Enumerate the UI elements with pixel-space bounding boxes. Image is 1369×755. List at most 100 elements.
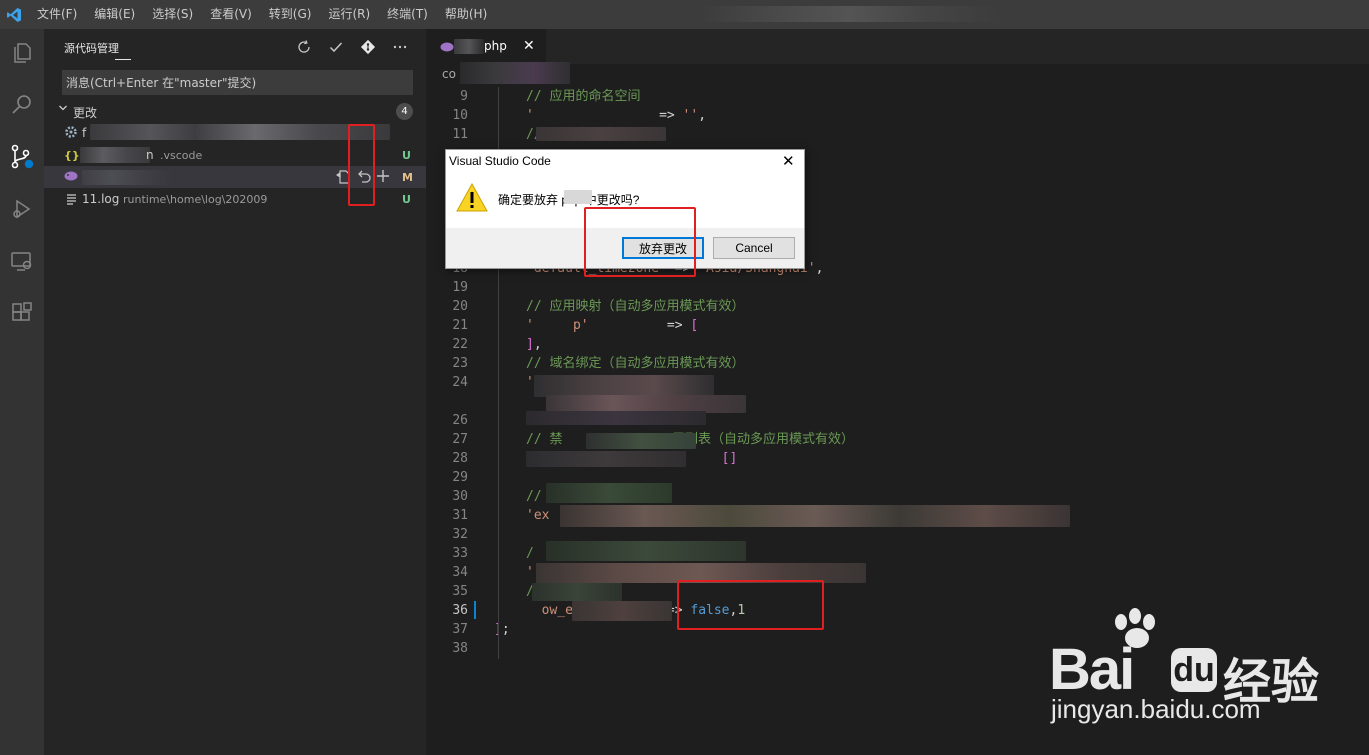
code-line[interactable]: 9 // 应用的命名空间 <box>426 87 1369 106</box>
redacted-text <box>560 505 1070 527</box>
menu-view[interactable]: 查看(V) <box>201 0 260 29</box>
file-path: .vscode <box>160 148 203 162</box>
menu-edit[interactable]: 编辑(E) <box>85 0 143 29</box>
line-number: 23 <box>452 356 468 371</box>
php-icon <box>440 41 454 56</box>
vscode-logo-icon <box>0 0 28 29</box>
line-number: 38 <box>452 641 468 656</box>
redacted-text <box>546 541 746 561</box>
redacted-text <box>572 601 672 621</box>
commit-message-input[interactable] <box>62 70 413 95</box>
redacted-text <box>80 147 150 163</box>
line-number: 19 <box>452 280 468 295</box>
file-name: n <box>146 148 154 162</box>
code-text: ' => '', <box>526 108 707 123</box>
redacted-text <box>82 170 172 185</box>
file-lines-icon <box>66 193 78 208</box>
line-modified-marker <box>474 601 476 619</box>
sidebar-title-underline <box>115 59 131 60</box>
code-text: ' p' => [ <box>526 318 699 333</box>
menu-help[interactable]: 帮助(H) <box>436 0 495 29</box>
changes-section-header[interactable]: 更改 <box>44 101 426 123</box>
more-icon[interactable] <box>389 37 411 57</box>
gear-icon <box>64 125 78 142</box>
remote-explorer-icon[interactable] <box>6 245 38 277</box>
menu-file[interactable]: 文件(F) <box>28 0 85 29</box>
du-logo-icon: du <box>1171 648 1217 692</box>
code-line[interactable]: 22], <box>426 335 1369 354</box>
line-number: 37 <box>452 622 468 637</box>
line-number: 22 <box>452 337 468 352</box>
line-number: 35 <box>452 584 468 599</box>
file-name: 11.log <box>82 192 120 206</box>
menu-run[interactable]: 运行(R) <box>319 0 378 29</box>
check-icon[interactable] <box>325 37 347 57</box>
changes-label: 更改 <box>73 105 98 120</box>
line-number: 26 <box>452 413 468 428</box>
line-number: 32 <box>452 527 468 542</box>
explorer-icon[interactable] <box>6 37 38 69</box>
code-line[interactable]: 27// 禁 用列表（自动多应用模式有效） <box>426 430 1369 449</box>
dialog-titlebar: Visual Studio Code ✕ <box>446 150 804 174</box>
line-number: 34 <box>452 565 468 580</box>
tab-php-file[interactable]: php ✕ <box>426 29 546 64</box>
line-number: 10 <box>452 108 468 123</box>
redacted-text <box>532 583 622 601</box>
json-icon: {} <box>64 148 80 162</box>
git-icon[interactable] <box>357 37 379 57</box>
tab-label: php <box>484 39 507 53</box>
line-number: 33 <box>452 546 468 561</box>
redacted-text <box>90 124 390 140</box>
menu-terminal[interactable]: 终端(T) <box>378 0 436 29</box>
redacted-text <box>546 483 672 503</box>
tab-bar: php ✕ <box>426 29 1369 64</box>
extensions-icon[interactable] <box>6 297 38 329</box>
code-line[interactable]: 20 // 应用映射（自动多应用模式有效） <box>426 297 1369 316</box>
stage-changes-icon[interactable] <box>375 168 391 187</box>
file-path: runtime\home\log\202009 <box>123 192 268 206</box>
line-number: 31 <box>452 508 468 523</box>
code-text: ], <box>526 337 542 352</box>
redacted-text <box>526 411 706 425</box>
refresh-icon[interactable] <box>293 37 315 57</box>
run-debug-icon[interactable] <box>6 193 38 225</box>
watermark-brand: Bai <box>1049 637 1135 702</box>
redacted-text <box>534 375 714 397</box>
code-line[interactable]: 23 // 域名绑定（自动多应用模式有效） <box>426 354 1369 373</box>
chevron-down-icon <box>58 103 68 116</box>
status-modified-badge: M <box>402 170 413 184</box>
baidu-jingyan-watermark: Bai du 经验 jingyan.baidu.com <box>1045 608 1345 728</box>
menu-go[interactable]: 转到(G) <box>260 0 320 29</box>
redacted-text <box>526 451 686 467</box>
annotation-box-changed-line <box>677 580 824 630</box>
source-control-icon[interactable] <box>6 141 38 173</box>
breadcrumb[interactable]: co <box>442 67 456 81</box>
activity-bar <box>0 29 44 755</box>
code-line[interactable]: 21 ' p' => [ <box>426 316 1369 335</box>
line-number: 24 <box>452 375 468 390</box>
search-icon[interactable] <box>6 89 38 121</box>
dialog-title: Visual Studio Code <box>449 154 551 168</box>
watermark-url: jingyan.baidu.com <box>1051 694 1261 724</box>
close-icon[interactable]: ✕ <box>782 152 795 170</box>
warning-icon <box>456 182 488 217</box>
redacted-text <box>454 39 484 54</box>
code-line[interactable]: 19 <box>426 278 1369 297</box>
changes-count-badge: 4 <box>396 103 413 120</box>
close-icon[interactable]: ✕ <box>523 38 535 54</box>
code-text: ' <box>526 375 534 390</box>
code-line[interactable]: 10 ' => '', <box>426 106 1369 125</box>
redacted-text <box>564 190 592 204</box>
window-title-redacted <box>700 6 1000 22</box>
line-number: 30 <box>452 489 468 504</box>
annotation-box-discard-button <box>584 207 696 277</box>
sidebar-title: 源代码管理 <box>64 42 119 55</box>
menu-bar: 文件(F) 编辑(E) 选择(S) 查看(V) 转到(G) 运行(R) 终端(T… <box>0 0 1369 29</box>
code-text: // 应用的命名空间 <box>526 89 641 104</box>
cancel-button[interactable]: Cancel <box>713 237 795 259</box>
line-number: 29 <box>452 470 468 485</box>
menu-selection[interactable]: 选择(S) <box>143 0 201 29</box>
redacted-text <box>460 62 570 84</box>
line-number: 11 <box>452 127 468 142</box>
redacted-text <box>536 127 666 141</box>
